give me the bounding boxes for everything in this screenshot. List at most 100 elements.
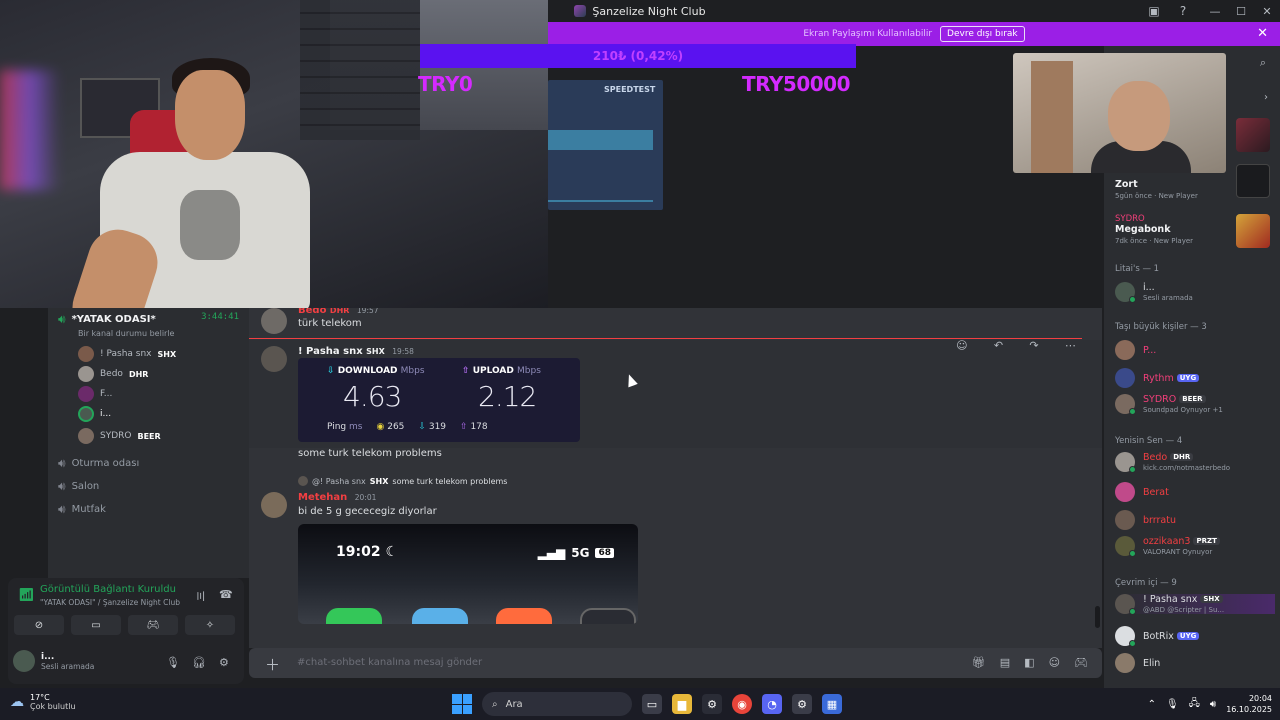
window-title: Şanzelize Night Club bbox=[592, 4, 706, 18]
voice-channel-oturma[interactable]: 🔊︎ Oturma odası bbox=[58, 456, 139, 471]
settings-icon[interactable]: ⚙ bbox=[792, 694, 812, 714]
close-window-button[interactable]: ✕ bbox=[1254, 0, 1280, 22]
activity-card[interactable]: SYDRO Megabonk 7dk önce · New Player bbox=[1115, 214, 1193, 245]
reply-preview[interactable]: @! Pasha snx SHX some turk telekom probl… bbox=[298, 476, 507, 486]
avatar bbox=[1115, 282, 1136, 303]
avatar[interactable] bbox=[261, 492, 287, 518]
camera-off-button[interactable]: ⊘ bbox=[14, 615, 64, 635]
discord-icon[interactable]: ◔ bbox=[762, 694, 782, 714]
member-item[interactable]: Elin bbox=[1115, 653, 1275, 673]
close-icon[interactable]: ✕ bbox=[1257, 26, 1268, 41]
chrome-icon[interactable]: ◉ bbox=[732, 694, 752, 714]
member-item[interactable]: Berat bbox=[1115, 482, 1275, 502]
member-item[interactable]: brrratu bbox=[1115, 510, 1275, 530]
member-item[interactable]: ! Pasha snx SHX @ABD @Scripter | Su... bbox=[1115, 594, 1275, 615]
download-icon: ⇩ bbox=[418, 422, 426, 432]
speaker-icon: 🔊︎ bbox=[58, 312, 66, 326]
soundboard-button[interactable]: ✧ bbox=[185, 615, 235, 635]
member-item[interactable]: Rythm UYG bbox=[1115, 368, 1275, 388]
member-item[interactable]: SYDRO BEER Soundpad Oynuyor +1 bbox=[1115, 394, 1275, 415]
message-author[interactable]: ! Pasha snx SHX 19:58 bbox=[298, 346, 414, 357]
emoji-icon[interactable]: ☺ bbox=[1049, 656, 1060, 669]
headphones-icon[interactable]: 🎧︎ bbox=[192, 656, 206, 669]
apps-icon[interactable]: 🎮︎ bbox=[1074, 656, 1088, 669]
disconnect-icon[interactable]: ☎ bbox=[219, 588, 233, 601]
speedtest-bar bbox=[548, 200, 653, 202]
upload-value: 2.12 bbox=[478, 380, 537, 413]
voice-connection-panel: 📶︎ Görüntülü Bağlantı Kuruldu "YATAK ODA… bbox=[8, 578, 244, 684]
avatar[interactable] bbox=[261, 346, 287, 372]
microphone-icon[interactable]: 🎙︎ bbox=[166, 656, 180, 669]
disable-button[interactable]: Devre dışı bırak bbox=[940, 26, 1025, 42]
chevron-right-icon[interactable]: › bbox=[1264, 92, 1268, 103]
volume-icon[interactable]: 🔊︎ bbox=[1210, 699, 1216, 710]
clock[interactable]: 20:04 16.10.2025 bbox=[1226, 693, 1272, 715]
voice-member[interactable]: F... bbox=[78, 386, 112, 402]
message-time: 19:58 bbox=[392, 347, 414, 356]
channel-status[interactable]: Bir kanal durumu belirle bbox=[78, 329, 243, 338]
noise-suppression-icon[interactable]: 〣 bbox=[195, 588, 206, 604]
message-placeholder: #chat-sohbet kanalına mesaj gönder bbox=[297, 657, 483, 668]
user-name: i... bbox=[41, 651, 55, 662]
user-panel[interactable]: i... Sesli aramada bbox=[13, 650, 94, 672]
screen-share-button[interactable]: ▭ bbox=[71, 615, 121, 635]
member-item[interactable]: i... Sesli aramada bbox=[1115, 282, 1275, 303]
voice-channel[interactable]: 🔊︎ *YATAK ODASI* 3:44:41 Bir kanal durum… bbox=[58, 312, 243, 338]
voice-member[interactable]: SYDRO BEER bbox=[78, 428, 161, 444]
weather-widget[interactable]: ☁ 17°C Çok bulutlu bbox=[10, 693, 76, 711]
avatar bbox=[298, 476, 308, 486]
member-item[interactable]: Bedo DHR kick.com/notmasterbedo bbox=[1115, 452, 1275, 473]
voice-channel-mutfak[interactable]: 🔊︎ Mutfak bbox=[58, 502, 106, 517]
gif-icon[interactable]: ▤ bbox=[1000, 656, 1010, 669]
activity-button[interactable]: 🎮︎ bbox=[128, 615, 178, 635]
search-icon[interactable]: ⌕ bbox=[1260, 56, 1266, 70]
maximize-button[interactable]: ☐ bbox=[1228, 0, 1254, 22]
avatar[interactable] bbox=[261, 308, 287, 334]
message-input[interactable]: ＋ #chat-sohbet kanalına mesaj gönder 🎁︎ … bbox=[249, 648, 1102, 678]
speedtest-card[interactable]: ⇩ DOWNLOAD Mbps ⇧ UPLOAD Mbps 4.63 2.12 … bbox=[298, 358, 580, 442]
message-author[interactable]: Metehan 20:01 bbox=[298, 492, 376, 503]
connection-location[interactable]: "YATAK ODASI" / Şanzelize Night Club bbox=[40, 598, 180, 607]
server-icon bbox=[574, 5, 587, 17]
avatar bbox=[1115, 482, 1135, 502]
chevron-up-icon[interactable]: ⌃ bbox=[1148, 699, 1156, 710]
minimize-button[interactable]: — bbox=[1202, 0, 1228, 22]
more-icon[interactable]: ⋯ bbox=[1065, 339, 1076, 352]
taskbar-search[interactable]: ⌕ Ara bbox=[482, 692, 632, 716]
member-item[interactable]: P... bbox=[1115, 340, 1275, 360]
emoji-react-icon[interactable]: ☺ bbox=[956, 339, 967, 352]
signal-icon[interactable]: 📶︎ bbox=[18, 588, 35, 603]
voice-member[interactable]: Bedo DHR bbox=[78, 366, 148, 382]
image-attachment[interactable]: 19:02 ☾ ▂▄▆ 5G 68 bbox=[298, 524, 638, 624]
avatar bbox=[1115, 510, 1135, 530]
group-header: Litai's — 1 bbox=[1115, 264, 1160, 274]
voice-member[interactable]: ! Pasha snx SHX bbox=[78, 346, 176, 362]
plus-icon[interactable]: ＋ bbox=[265, 654, 280, 675]
speaker-icon: 🔊︎ bbox=[58, 502, 66, 516]
connection-status: Görüntülü Bağlantı Kuruldu bbox=[40, 584, 176, 595]
activity-card[interactable]: Zort 5gün önce · New Player bbox=[1115, 179, 1198, 200]
member-item[interactable]: BotRix UYG bbox=[1115, 626, 1275, 647]
voice-member[interactable]: i... bbox=[78, 406, 111, 422]
file-explorer-icon[interactable]: ▆ bbox=[672, 694, 692, 714]
store-icon[interactable]: ▦ bbox=[822, 694, 842, 714]
task-view-icon[interactable]: ▭ bbox=[642, 694, 662, 714]
avatar bbox=[78, 366, 94, 382]
avatar bbox=[1115, 626, 1136, 647]
microphone-icon[interactable]: 🎙︎ bbox=[1166, 699, 1179, 710]
help-icon[interactable]: ? bbox=[1175, 3, 1191, 19]
settings-icon[interactable]: ⚙ bbox=[219, 656, 229, 669]
steam-icon[interactable]: ⚙ bbox=[702, 694, 722, 714]
gift-icon[interactable]: 🎁︎ bbox=[972, 656, 986, 669]
forward-icon[interactable]: ↷ bbox=[1029, 339, 1038, 352]
network-icon[interactable]: 🖧︎ bbox=[1189, 696, 1200, 713]
start-button[interactable] bbox=[452, 694, 472, 714]
reply-icon[interactable]: ↶ bbox=[994, 339, 1003, 352]
member-item[interactable]: ozzikaan3 PRZT VALORANT Oynuyor bbox=[1115, 536, 1275, 557]
sticker-icon[interactable]: ◧ bbox=[1024, 656, 1034, 669]
voice-channel-salon[interactable]: 🔊︎ Salon bbox=[58, 479, 99, 494]
inbox-icon[interactable]: ▣ bbox=[1146, 3, 1162, 19]
phone-status: ▂▄▆ 5G 68 bbox=[538, 546, 614, 560]
speaker-icon: 🔊︎ bbox=[58, 479, 66, 493]
chat-scrollbar[interactable] bbox=[1095, 606, 1100, 628]
